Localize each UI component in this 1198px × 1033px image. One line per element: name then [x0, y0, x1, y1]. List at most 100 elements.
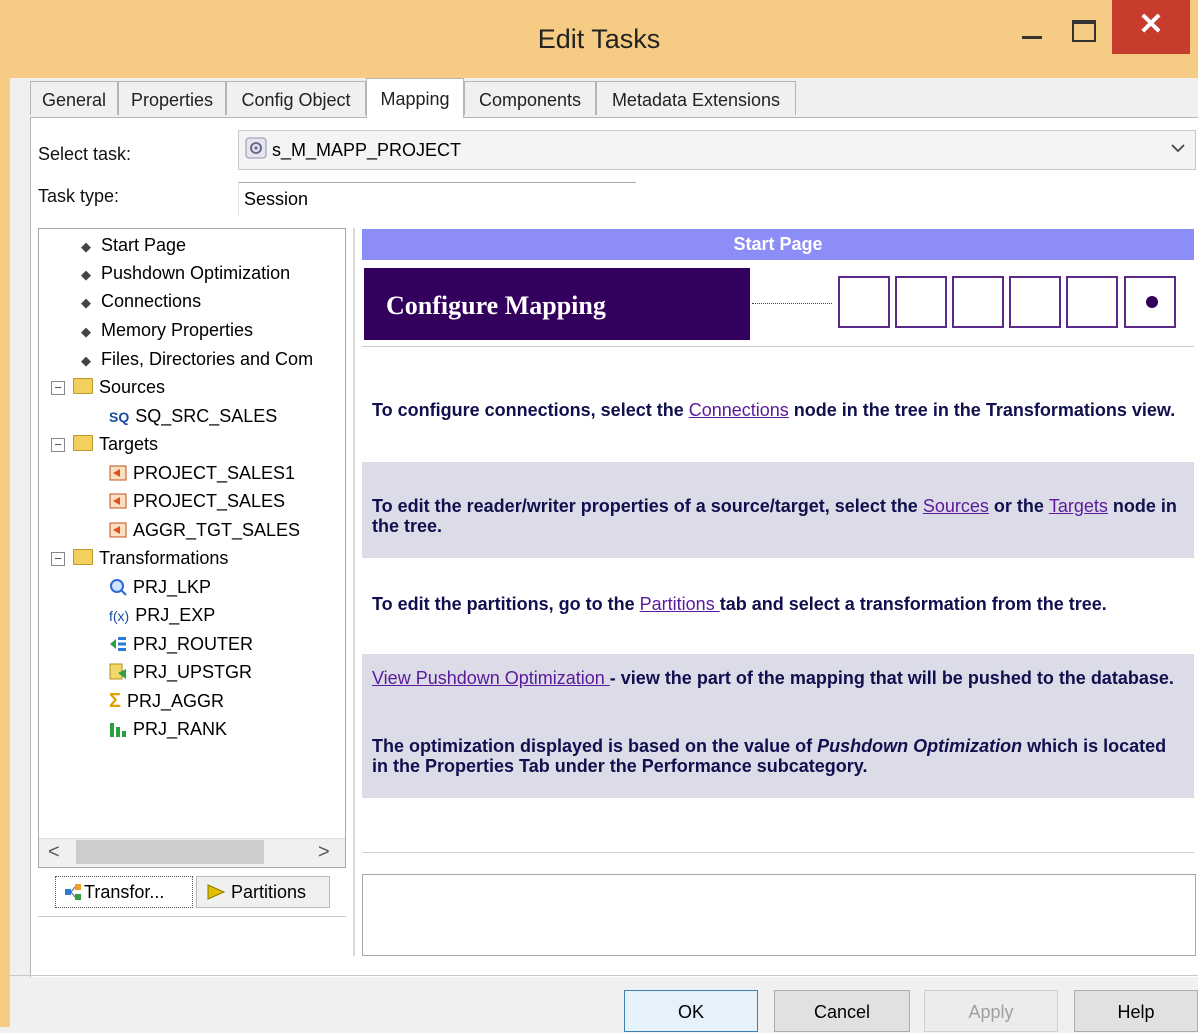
router-icon: [110, 637, 126, 651]
close-button[interactable]: ✕: [1112, 0, 1190, 54]
divider: [362, 346, 1194, 347]
progress-line: [752, 303, 832, 304]
progress-step: [1009, 276, 1061, 328]
prj-aggr-label: PRJ_AGGR: [127, 691, 225, 711]
tab-components[interactable]: Components: [464, 81, 596, 115]
session-icon: [245, 137, 267, 159]
tree-item-project-sales1[interactable]: PROJECT_SALES1: [109, 460, 295, 486]
target-icon: [109, 493, 127, 509]
divider: [362, 852, 1194, 853]
scroll-right-arrow[interactable]: >: [318, 838, 330, 866]
lookup-icon: [110, 579, 127, 596]
progress-current-dot: [1146, 296, 1158, 308]
aggr-tgt-sales-label: AGGR_TGT_SALES: [133, 520, 301, 540]
tree-item-project-sales[interactable]: PROJECT_SALES: [109, 488, 285, 514]
tree-item-pushdown-optimization[interactable]: Pushdown Optimization: [81, 260, 290, 286]
msg4-text: - view the part of the mapping that will…: [609, 668, 1174, 688]
ok-button[interactable]: OK: [624, 990, 758, 1032]
msg5-text: The optimization displayed is based on t…: [372, 736, 818, 756]
tree-item-files-directories[interactable]: Files, Directories and Com: [81, 346, 313, 372]
tree-item-prj-aggr[interactable]: Σ PRJ_AGGR: [109, 688, 224, 714]
source-qualifier-icon: SQ: [109, 409, 130, 425]
tab-mapping[interactable]: Mapping: [366, 78, 464, 118]
partitions-icon: [207, 884, 225, 900]
tree-item-memory-properties[interactable]: Memory Properties: [81, 317, 253, 343]
tree-item-prj-exp[interactable]: f(x) PRJ_EXP: [109, 602, 215, 628]
target-icon: [109, 465, 127, 481]
msg3-text-end: tab and select a transformation from the…: [719, 594, 1107, 614]
cancel-button[interactable]: Cancel: [774, 990, 910, 1032]
tree-item-aggr-tgt-sales[interactable]: AGGR_TGT_SALES: [109, 517, 300, 543]
tree-item-prj-rank[interactable]: PRJ_RANK: [109, 716, 227, 742]
transformations-view-label: Transfor...: [84, 882, 165, 902]
connections-link[interactable]: Connections: [689, 400, 789, 420]
progress-step: [952, 276, 1004, 328]
sources-collapse-toggle[interactable]: −: [51, 381, 65, 395]
progress-step: [838, 276, 890, 328]
sq-src-sales-label: SQ_SRC_SALES: [135, 406, 278, 426]
prj-rank-label: PRJ_RANK: [133, 719, 228, 739]
tab-metadata-extensions[interactable]: Metadata Extensions: [596, 81, 796, 115]
maximize-button[interactable]: [1060, 0, 1108, 58]
tab-general[interactable]: General: [30, 81, 118, 115]
msg1-text-end: node in the tree in the Transformations …: [788, 400, 1176, 420]
configure-mapping-banner: Configure Mapping: [364, 268, 750, 340]
start-page-header: Start Page: [362, 229, 1194, 260]
prj-upstgr-label: PRJ_UPSTGR: [133, 662, 253, 682]
tree-item-transformations[interactable]: Transformations: [73, 545, 228, 571]
msg2-text: To edit the reader/writer properties of …: [372, 496, 923, 516]
apply-button[interactable]: Apply: [924, 990, 1058, 1032]
folder-icon: [73, 378, 93, 394]
partitions-view-label: Partitions: [231, 882, 307, 902]
progress-step: [1066, 276, 1118, 328]
view-pushdown-optimization-link[interactable]: View Pushdown Optimization: [372, 668, 610, 688]
update-strategy-icon: [109, 663, 126, 680]
project-sales-label: PROJECT_SALES: [133, 491, 286, 511]
tree-item-sources[interactable]: Sources: [73, 374, 165, 400]
connections-message: To configure connections, select the Con…: [372, 400, 1186, 420]
select-task-value: s_M_MAPP_PROJECT: [272, 140, 462, 160]
optimization-note: The optimization displayed is based on t…: [372, 736, 1186, 776]
transformations-view-icon: [65, 884, 81, 900]
tab-config-object[interactable]: Config Object: [226, 81, 366, 115]
folder-icon: [73, 549, 93, 565]
target-icon: [109, 522, 127, 538]
tab-transformations-view[interactable]: Transfor...: [55, 876, 193, 908]
msg3-text: To edit the partitions, go to the: [372, 594, 640, 614]
scrollbar-thumb[interactable]: [76, 840, 264, 864]
tab-strip-line: [30, 117, 1198, 118]
tree-item-prj-lkp[interactable]: PRJ_LKP: [109, 574, 211, 600]
prj-exp-label: PRJ_EXP: [135, 605, 216, 625]
tree-item-targets[interactable]: Targets: [73, 431, 158, 457]
task-type-label: Task type:: [38, 186, 120, 206]
help-button[interactable]: Help: [1074, 990, 1198, 1032]
msg2-text-middle: or the: [988, 496, 1049, 516]
select-task-label: Select task:: [38, 144, 132, 164]
targets-collapse-toggle[interactable]: −: [51, 438, 65, 452]
tab-properties[interactable]: Properties: [118, 81, 226, 115]
transformations-collapse-toggle[interactable]: −: [51, 552, 65, 566]
progress-step: [895, 276, 947, 328]
sources-link[interactable]: Sources: [923, 496, 989, 516]
tree-item-sq-src-sales[interactable]: SQ SQ_SRC_SALES: [109, 403, 277, 429]
targets-label: Targets: [99, 434, 159, 454]
window-frame-left: [0, 78, 10, 1027]
scroll-left-arrow[interactable]: <: [48, 838, 60, 866]
pushdown-message: View Pushdown Optimization - view the pa…: [372, 668, 1186, 688]
description-pane: [362, 874, 1196, 956]
tree-item-prj-router[interactable]: PRJ_ROUTER: [109, 631, 253, 657]
minimize-button[interactable]: [1008, 0, 1056, 58]
reader-writer-message: To edit the reader/writer properties of …: [372, 496, 1186, 536]
tree-item-prj-upstgr[interactable]: PRJ_UPSTGR: [109, 659, 252, 685]
tree-view[interactable]: Start Page Pushdown Optimization Connect…: [38, 228, 346, 868]
tree-item-start-page[interactable]: Start Page: [81, 232, 186, 258]
transformations-label: Transformations: [99, 548, 229, 568]
panel-splitter[interactable]: [353, 228, 355, 956]
project-sales1-label: PROJECT_SALES1: [133, 463, 296, 483]
targets-link[interactable]: Targets: [1049, 496, 1108, 516]
tab-partitions-view[interactable]: Partitions: [196, 876, 330, 908]
partitions-link[interactable]: Partitions: [640, 594, 720, 614]
button-area-divider: [10, 975, 1198, 976]
chevron-down-icon[interactable]: [1168, 138, 1188, 158]
tree-item-connections[interactable]: Connections: [81, 288, 201, 314]
